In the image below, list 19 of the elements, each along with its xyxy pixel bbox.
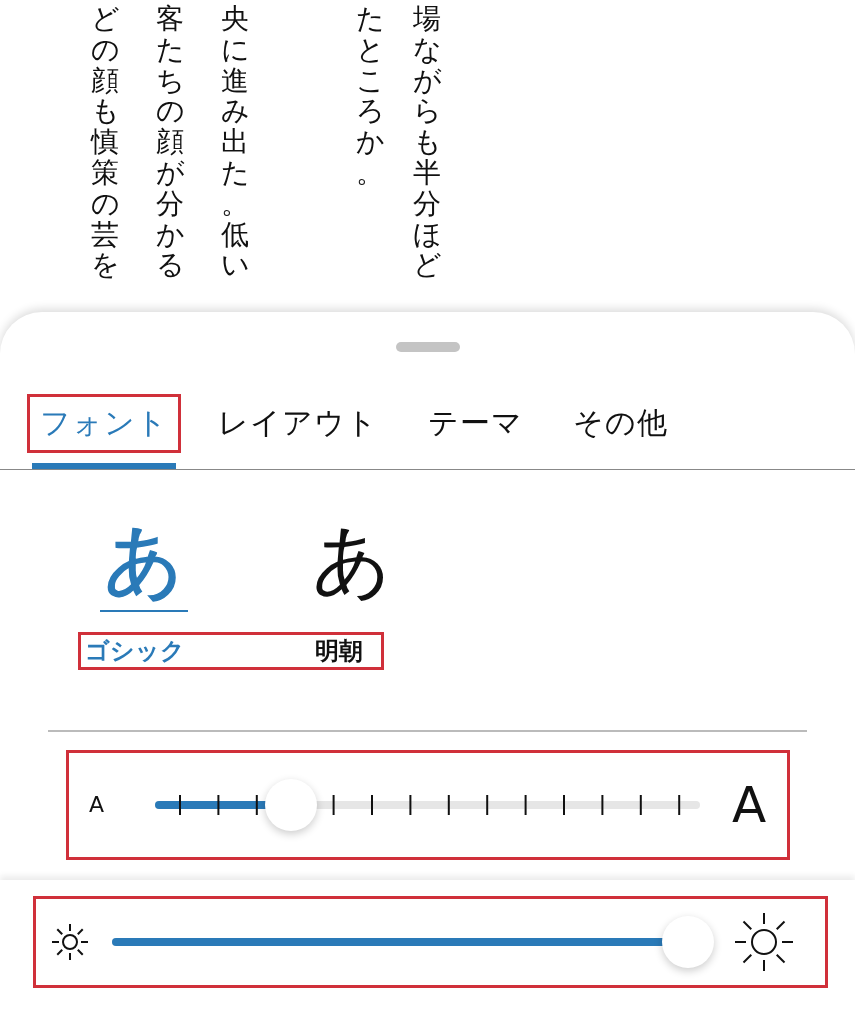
tab[interactable]: その他: [563, 397, 678, 450]
small-size-label: A: [89, 792, 106, 818]
font-label[interactable]: ゴシック: [85, 634, 315, 667]
slider-thumb[interactable]: [662, 915, 715, 968]
large-size-label: A: [732, 775, 767, 834]
font-label[interactable]: 明朝: [315, 634, 363, 667]
text-column: 客たちの顔が分かる: [156, 0, 184, 282]
text-column: 場ながらも半分ほど: [413, 0, 441, 282]
tab[interactable]: フォント: [30, 397, 178, 450]
tab[interactable]: テーマ: [418, 397, 533, 450]
text-column: たところか。: [356, 0, 384, 282]
slider-thumb[interactable]: [265, 778, 318, 831]
text-column: 央に進み出た。低い: [221, 0, 249, 282]
font-sample[interactable]: あ: [100, 518, 188, 612]
tab[interactable]: レイアウト: [208, 397, 388, 450]
font-sample[interactable]: あ: [308, 518, 396, 612]
drag-handle[interactable]: [395, 342, 460, 352]
text-column: どの顔も慎策の芸を: [91, 0, 119, 282]
font-size-slider[interactable]: [155, 777, 700, 832]
